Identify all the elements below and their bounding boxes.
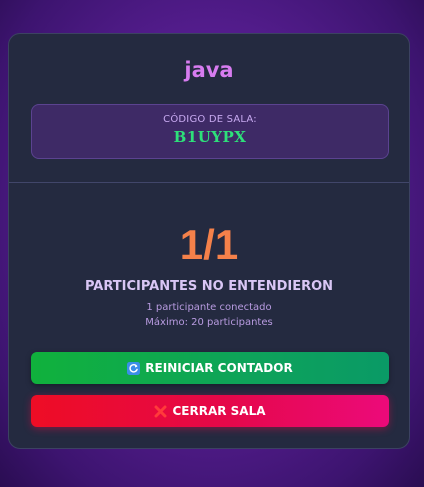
close-room-button[interactable]: CERRAR SALA [31,395,389,427]
room-code: B1UYPX [173,128,247,146]
close-icon [154,405,167,418]
room-code-label: CÓDIGO DE SALA: [163,114,257,125]
max-participants: Máximo: 20 participantes [145,317,273,328]
room-card: java CÓDIGO DE SALA: B1UYPX 1/1 PARTICIP… [8,33,410,449]
not-understood-count: 1/1 [179,221,239,268]
not-understood-label: PARTICIPANTES NO ENTENDIERON [84,279,334,294]
connected-participants: 1 participante conectado [146,302,272,313]
reset-counter-button[interactable]: REINICIAR CONTADOR [31,352,389,384]
reset-counter-label: REINICIAR CONTADOR [145,361,293,375]
room-title: java [184,58,234,82]
room-code-box: CÓDIGO DE SALA: B1UYPX [31,104,389,159]
divider [9,182,409,183]
refresh-icon [127,361,141,375]
close-room-label: CERRAR SALA [172,404,266,418]
